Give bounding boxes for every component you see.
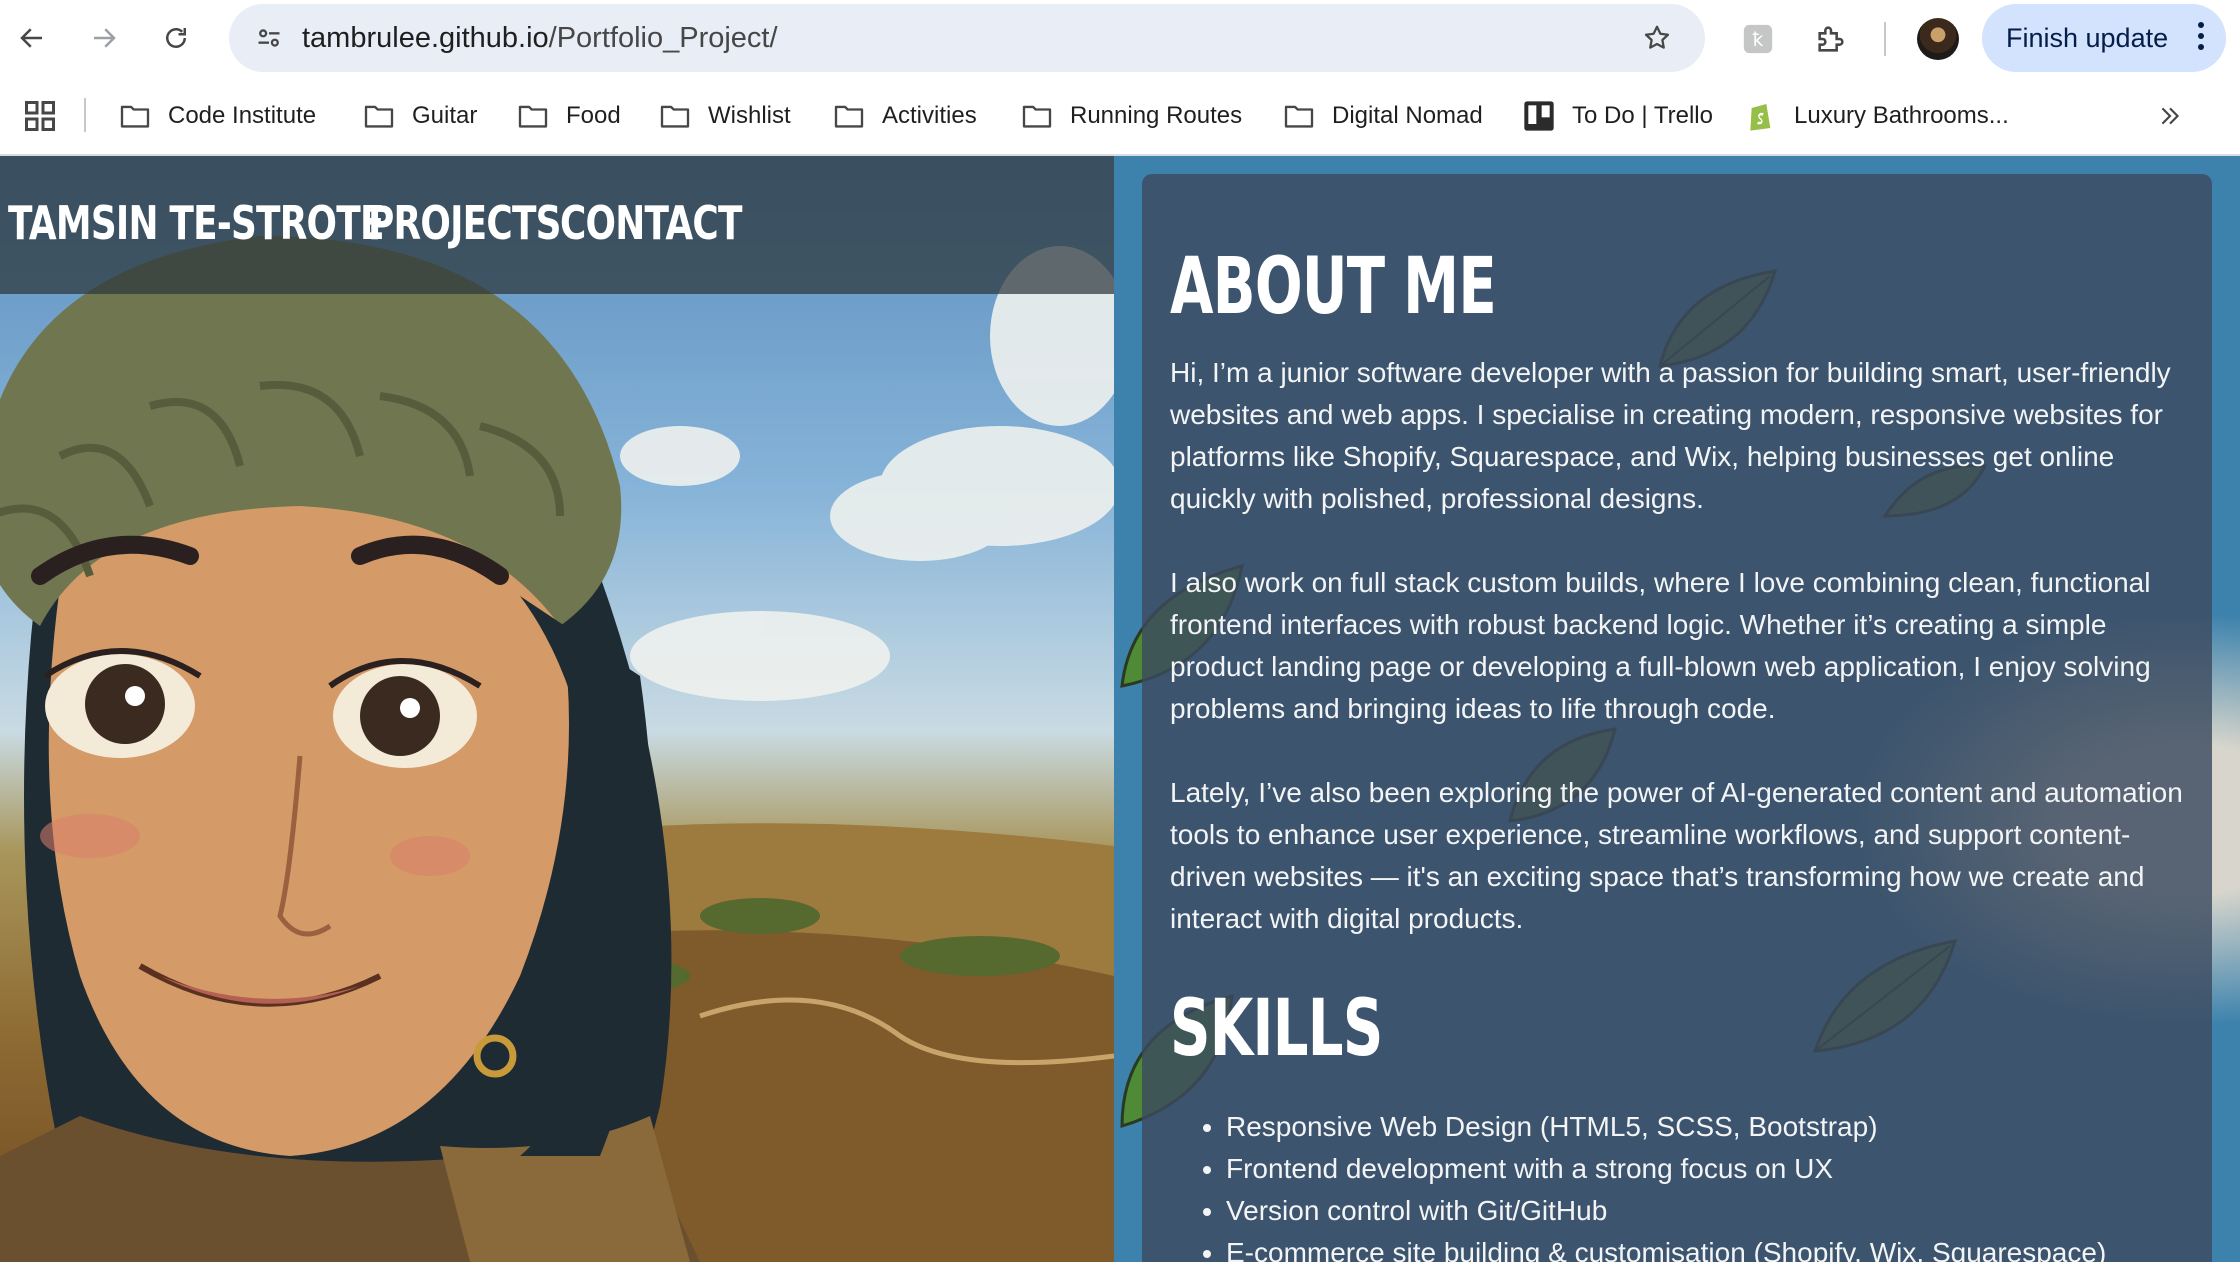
folder-icon xyxy=(1282,101,1316,131)
about-paragraph-3: Lately, I’ve also been exploring the pow… xyxy=(1170,777,2183,934)
back-arrow-icon xyxy=(20,28,42,48)
trello-icon xyxy=(1522,101,1556,131)
folder-icon xyxy=(658,101,692,131)
tune-icon xyxy=(258,29,280,47)
skill-item: Version control with Git/GitHub xyxy=(1226,1190,2240,1232)
bookmark-label: Running Routes xyxy=(1070,102,1243,129)
back-button[interactable] xyxy=(8,14,56,62)
forward-button[interactable] xyxy=(80,14,128,62)
star-icon xyxy=(1644,25,1670,49)
web-page: TAMSIN TE-STROTE PROJECTS CONTACT ABOUT … xyxy=(0,156,2240,1262)
more-bookmarks-button[interactable] xyxy=(2150,96,2190,136)
bookmark-wishlist[interactable]: Wishlist xyxy=(658,78,791,154)
toolbar-divider xyxy=(1884,22,1886,56)
bookmark-star-button[interactable] xyxy=(1635,16,1679,60)
about-paragraph-2: I also work on full stack custom builds,… xyxy=(1170,567,2151,724)
address-bar[interactable]: tambrulee.github.io/Portfolio_Project/ xyxy=(229,4,1705,72)
skill-item: Frontend development with a strong focus… xyxy=(1226,1148,2240,1190)
bookmark-label: Wishlist xyxy=(708,102,791,129)
folder-icon xyxy=(516,101,550,131)
apps-grid-icon[interactable] xyxy=(22,98,58,134)
bookmark-label: Guitar xyxy=(412,102,478,129)
hero-illustration: TAMSIN TE-STROTE PROJECTS CONTACT xyxy=(0,156,1114,1262)
bookmark-label: Code Institute xyxy=(168,102,317,129)
svg-text:ꝁ: ꝁ xyxy=(1753,30,1764,51)
url-path: /Portfolio_Project/ xyxy=(548,22,778,54)
portrait-illustration xyxy=(0,236,1114,1262)
bookmark-label: Food xyxy=(566,102,621,129)
nav-contact-link[interactable]: CONTACT xyxy=(560,196,742,250)
folder-icon xyxy=(118,101,152,131)
extension-button[interactable]: ꝁ xyxy=(1735,16,1781,62)
site-navbar: TAMSIN TE-STROTE PROJECTS CONTACT xyxy=(0,156,1114,294)
bookmark-label: Activities xyxy=(882,102,977,129)
bookmark-food[interactable]: Food xyxy=(516,78,621,154)
extensions-menu-button[interactable] xyxy=(1808,16,1854,62)
bookmark-luxury-bathrooms[interactable]: Luxury Bathrooms... xyxy=(1744,78,2009,154)
folder-icon xyxy=(362,101,396,131)
skills-heading: SKILLS xyxy=(1170,984,1383,1074)
skill-item: E-commerce site building & customisation… xyxy=(1226,1232,2240,1262)
skill-item: Responsive Web Design (HTML5, SCSS, Boot… xyxy=(1226,1106,2240,1148)
bookmark-label: To Do | Trello xyxy=(1572,102,1713,129)
puzzle-icon xyxy=(1818,26,1844,52)
nav-brand-link[interactable]: TAMSIN TE-STROTE xyxy=(8,196,384,250)
nav-projects-link[interactable]: PROJECTS xyxy=(368,196,561,250)
bookmark-guitar[interactable]: Guitar xyxy=(362,78,477,154)
bookmark-label: Luxury Bathrooms... xyxy=(1794,102,2009,129)
url-text[interactable]: tambrulee.github.io/Portfolio_Project/ xyxy=(302,4,778,72)
url-host: tambrulee.github.io xyxy=(302,22,549,54)
bookmarks-bar: Code Institute Guitar Food Wishlist Acti… xyxy=(0,78,2240,156)
bookmark-running-routes[interactable]: Running Routes xyxy=(1020,78,1242,154)
bookmark-activities[interactable]: Activities xyxy=(832,78,977,154)
double-chevron-right-icon xyxy=(2161,107,2180,125)
folder-icon xyxy=(1020,101,1054,131)
reload-icon xyxy=(166,28,186,48)
skills-list: Responsive Web Design (HTML5, SCSS, Boot… xyxy=(1170,1106,2240,1262)
folder-icon xyxy=(832,101,866,131)
about-panel: ABOUT ME Hi, I’m a junior software devel… xyxy=(1142,174,2212,1262)
bookmark-digital-nomad[interactable]: Digital Nomad xyxy=(1282,78,1483,154)
bookmark-label: Digital Nomad xyxy=(1332,102,1483,129)
finish-update-label: Finish update xyxy=(2006,23,2169,53)
profile-avatar[interactable] xyxy=(1917,18,1959,60)
browser-toolbar: tambrulee.github.io/Portfolio_Project/ ꝁ… xyxy=(0,0,2240,78)
kebab-menu-icon xyxy=(2198,22,2204,55)
bookmarks-divider xyxy=(84,98,86,132)
extension-app-icon: ꝁ xyxy=(1743,24,1773,54)
finish-update-button[interactable]: Finish update xyxy=(1982,4,2226,72)
bookmark-trello[interactable]: To Do | Trello xyxy=(1522,78,1713,154)
site-info-button[interactable] xyxy=(245,14,293,62)
about-heading: ABOUT ME xyxy=(1170,242,1497,332)
shopify-icon xyxy=(1744,101,1778,131)
forward-arrow-icon xyxy=(94,28,116,48)
reload-button[interactable] xyxy=(152,14,200,62)
bookmark-code-institute[interactable]: Code Institute xyxy=(118,78,316,154)
about-paragraph-1: Hi, I’m a junior software developer with… xyxy=(1170,357,2171,514)
